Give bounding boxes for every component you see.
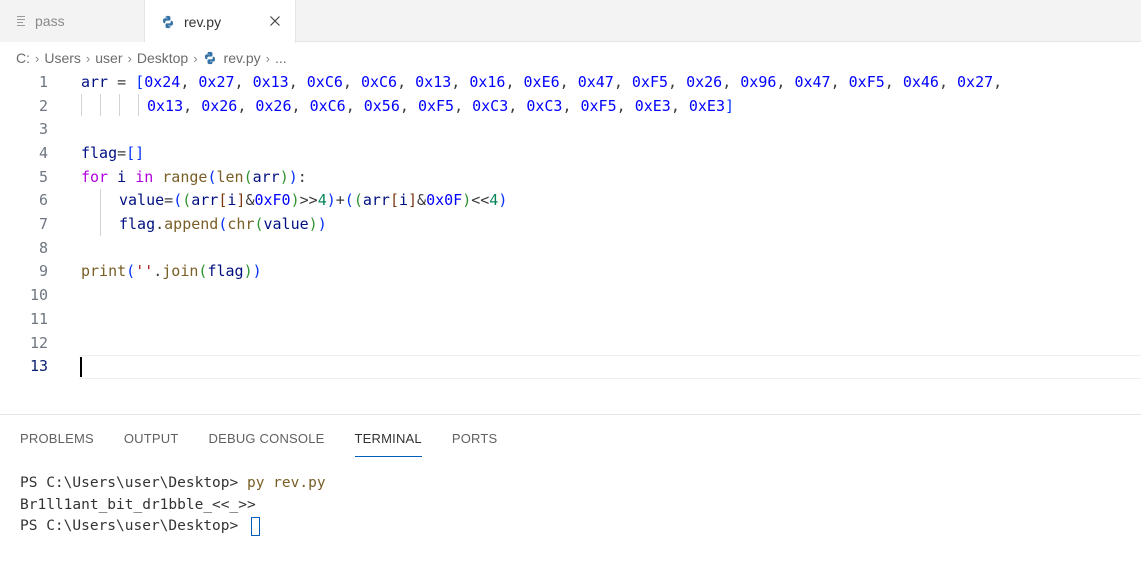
line-number: 4 [38, 143, 48, 162]
terminal-line: PS C:\Users\user\Desktop> py rev.py [20, 473, 326, 495]
code-line: 7 flag.append(chr(value)) [0, 212, 1141, 236]
bottom-panel: PROBLEMS OUTPUT DEBUG CONSOLE TERMINAL P… [0, 414, 1141, 561]
close-icon[interactable] [267, 13, 283, 29]
code-line: 5 for i in range(len(arr)): [0, 165, 1141, 189]
code-editor[interactable]: 1 arr = [0x24, 0x27, 0x13, 0xC6, 0xC6, 0… [0, 70, 1141, 390]
code-line: 13 [0, 354, 1141, 378]
code-line: 2 0x13, 0x26, 0x26, 0xC6, 0x56, 0xF5, 0x… [0, 94, 1141, 118]
breadcrumb-drive[interactable]: C: [16, 50, 30, 66]
line-number: 11 [29, 309, 48, 328]
code-line: 8 [0, 236, 1141, 260]
tab-pass-label: pass [35, 13, 65, 29]
terminal-prompt: PS C:\Users\user\Desktop> [20, 518, 247, 534]
breadcrumb-desktop[interactable]: Desktop [137, 50, 188, 66]
tab-terminal[interactable]: TERMINAL [354, 431, 423, 457]
python-file-icon [204, 51, 215, 65]
terminal-line: Br1ll1ant_bit_dr1bble_<<_>> [20, 495, 326, 517]
code-line: 12 [0, 331, 1141, 355]
tab-rev-py[interactable]: rev.py [145, 0, 296, 43]
line-number: 2 [38, 96, 48, 115]
code-line: 6 value=((arr[i]&0xF0)>>4)+((arr[i]&0x0F… [0, 189, 1141, 213]
tab-ports[interactable]: PORTS [452, 431, 498, 457]
tab-pass[interactable]: pass [0, 0, 145, 42]
breadcrumb: C: › Users › user › Desktop › rev.py › .… [16, 47, 287, 69]
tab-debug-console[interactable]: DEBUG CONSOLE [209, 431, 325, 457]
line-number: 10 [29, 286, 48, 305]
line-number: 12 [29, 333, 48, 352]
terminal-command: py rev.py [246, 475, 326, 491]
code-line: 11 [0, 307, 1141, 331]
code-line: 9 print(''.join(flag)) [0, 260, 1141, 284]
breadcrumb-file[interactable]: rev.py [203, 50, 261, 66]
line-number: 6 [38, 191, 48, 210]
line-number: 1 [38, 72, 48, 91]
text-file-icon [17, 15, 27, 27]
python-file-icon [163, 15, 173, 28]
terminal-output[interactable]: PS C:\Users\user\Desktop> py rev.py Br1l… [20, 473, 326, 538]
breadcrumb-more[interactable]: ... [275, 50, 287, 66]
chevron-right-icon: › [85, 50, 91, 66]
line-number: 8 [38, 238, 48, 257]
editor-tab-bar: pass rev.py [0, 0, 1141, 43]
chevron-right-icon: › [265, 50, 270, 66]
breadcrumb-file-label: rev.py [223, 50, 261, 66]
terminal-line: PS C:\Users\user\Desktop> [20, 516, 326, 538]
terminal-cursor [250, 517, 260, 537]
terminal-prompt: PS C:\Users\user\Desktop> [20, 475, 247, 491]
line-number: 7 [38, 215, 48, 234]
code-line: 1 arr = [0x24, 0x27, 0x13, 0xC6, 0xC6, 0… [0, 70, 1141, 94]
code-line: 3 [0, 117, 1141, 141]
tab-rev-py-label: rev.py [184, 13, 222, 30]
breadcrumb-users[interactable]: Users [44, 50, 81, 66]
line-number: 5 [38, 167, 48, 186]
chevron-right-icon: › [193, 50, 198, 66]
terminal-program-output: Br1ll1ant_bit_dr1bble_<<_>> [20, 496, 256, 513]
tab-output[interactable]: OUTPUT [124, 431, 179, 457]
line-number: 3 [38, 120, 48, 139]
chevron-right-icon: › [35, 50, 40, 66]
tab-problems[interactable]: PROBLEMS [20, 431, 94, 457]
panel-tabs: PROBLEMS OUTPUT DEBUG CONSOLE TERMINAL P… [20, 431, 527, 457]
code-line: 10 [0, 283, 1141, 307]
line-number: 9 [38, 262, 48, 281]
chevron-right-icon: › [127, 50, 132, 66]
code-line: 4 flag=[] [0, 141, 1141, 165]
line-number: 13 [29, 357, 48, 376]
breadcrumb-user[interactable]: user [95, 50, 122, 66]
